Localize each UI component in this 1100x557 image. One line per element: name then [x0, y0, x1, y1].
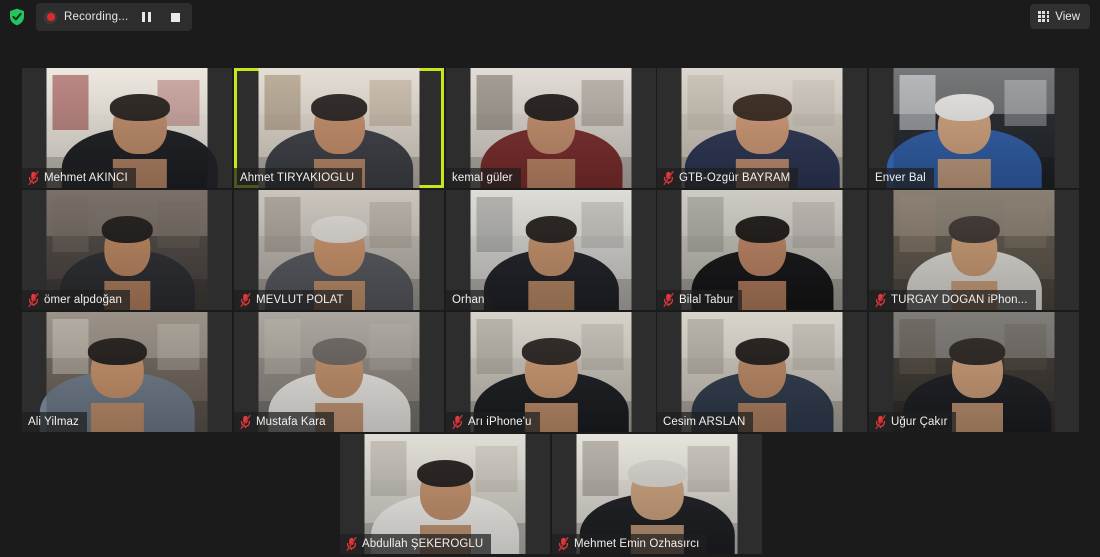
view-button-label: View: [1055, 10, 1080, 23]
top-toolbar: Recording... View: [0, 0, 1100, 34]
participant-nameplate: kemal güler: [446, 168, 521, 188]
participant-name: Mehmet AKINCI: [44, 172, 128, 184]
participant-name: GTB-Özgür BAYRAM: [679, 172, 791, 184]
participant-name: Orhan: [452, 294, 485, 306]
participant-tile[interactable]: Mehmet AKINCI: [22, 68, 232, 188]
mic-muted-icon: [663, 171, 674, 185]
participant-name: Ahmet TİRYAKİOĞLU: [240, 172, 355, 184]
stop-icon: [170, 12, 180, 22]
participant-name: Arı iPhone'u: [468, 416, 532, 428]
participant-nameplate: Uğur Çakır: [869, 412, 956, 432]
participant-nameplate: Arı iPhone'u: [446, 412, 540, 432]
participant-tile[interactable]: ömer alpdoğan: [22, 190, 232, 310]
participant-name: Uğur Çakır: [891, 416, 948, 428]
participant-nameplate: TURGAY DOGAN iPhon...: [869, 290, 1036, 310]
participant-tile[interactable]: GTB-Özgür BAYRAM: [657, 68, 867, 188]
participant-name: Ali Yilmaz: [28, 416, 79, 428]
participant-tile[interactable]: Ahmet TİRYAKİOĞLU: [234, 68, 444, 188]
participant-tile[interactable]: Orhan: [446, 190, 656, 310]
participant-nameplate: Orhan: [446, 290, 493, 310]
participant-tile[interactable]: TURGAY DOGAN iPhon...: [869, 190, 1079, 310]
participant-nameplate: Mehmet Emin Özhasırcı: [552, 534, 708, 554]
mic-muted-icon: [28, 171, 39, 185]
stop-recording-button[interactable]: [164, 6, 186, 28]
mic-muted-icon: [240, 293, 251, 307]
mic-muted-icon: [875, 415, 886, 429]
mic-muted-icon: [558, 537, 569, 551]
participant-nameplate: Ahmet TİRYAKİOĞLU: [234, 168, 363, 188]
participant-nameplate: Bilal Tabur: [657, 290, 742, 310]
mic-muted-icon: [663, 293, 674, 307]
recording-indicator: Recording...: [36, 3, 193, 31]
participant-nameplate: Mehmet AKINCI: [22, 168, 136, 188]
participant-name: kemal güler: [452, 172, 513, 184]
mic-muted-icon: [875, 293, 886, 307]
shield-check-icon[interactable]: [7, 7, 27, 27]
participant-tile[interactable]: Arı iPhone'u: [446, 312, 656, 432]
participant-name: Bilal Tabur: [679, 294, 734, 306]
participant-tile[interactable]: Abdullah ŞEKEROĞLU: [340, 434, 550, 554]
participant-tile[interactable]: Bilal Tabur: [657, 190, 867, 310]
meeting-window: Recording... View Mehmet AKINCI Ahmet Tİ…: [0, 0, 1100, 557]
participant-tile[interactable]: kemal güler: [446, 68, 656, 188]
participant-name: Mustafa Kara: [256, 416, 326, 428]
participant-tile[interactable]: Ali Yilmaz: [22, 312, 232, 432]
participant-name: ömer alpdoğan: [44, 294, 123, 306]
mic-muted-icon: [452, 415, 463, 429]
participant-name: Abdullah ŞEKEROĞLU: [362, 538, 484, 550]
participant-tile[interactable]: Cesim ARSLAN: [657, 312, 867, 432]
participant-name: Enver Bal: [875, 172, 926, 184]
participant-nameplate: Mustafa Kara: [234, 412, 334, 432]
participant-tile[interactable]: Mehmet Emin Özhasırcı: [552, 434, 762, 554]
grid-icon: [1038, 11, 1050, 22]
participant-nameplate: Enver Bal: [869, 168, 934, 188]
participant-tile[interactable]: Uğur Çakır: [869, 312, 1079, 432]
pause-recording-button[interactable]: [135, 6, 157, 28]
participant-nameplate: ömer alpdoğan: [22, 290, 131, 310]
participant-name: MEVLÜT POLAT: [256, 294, 344, 306]
record-dot-icon: [44, 10, 57, 24]
pause-icon: [142, 12, 151, 22]
participant-tile[interactable]: Enver Bal: [869, 68, 1079, 188]
mic-muted-icon: [346, 537, 357, 551]
participant-tile[interactable]: Mustafa Kara: [234, 312, 444, 432]
participant-tile[interactable]: MEVLÜT POLAT: [234, 190, 444, 310]
mic-muted-icon: [240, 415, 251, 429]
recording-label: Recording...: [64, 11, 129, 23]
participant-nameplate: Abdullah ŞEKEROĞLU: [340, 534, 492, 554]
mic-muted-icon: [28, 293, 39, 307]
participant-name: Cesim ARSLAN: [663, 416, 746, 428]
participant-nameplate: GTB-Özgür BAYRAM: [657, 168, 799, 188]
participant-nameplate: Cesim ARSLAN: [657, 412, 754, 432]
participant-name: TURGAY DOGAN iPhon...: [891, 294, 1028, 306]
participant-nameplate: MEVLÜT POLAT: [234, 290, 352, 310]
participant-nameplate: Ali Yilmaz: [22, 412, 87, 432]
view-button[interactable]: View: [1030, 4, 1090, 29]
participant-name: Mehmet Emin Özhasırcı: [574, 538, 700, 550]
